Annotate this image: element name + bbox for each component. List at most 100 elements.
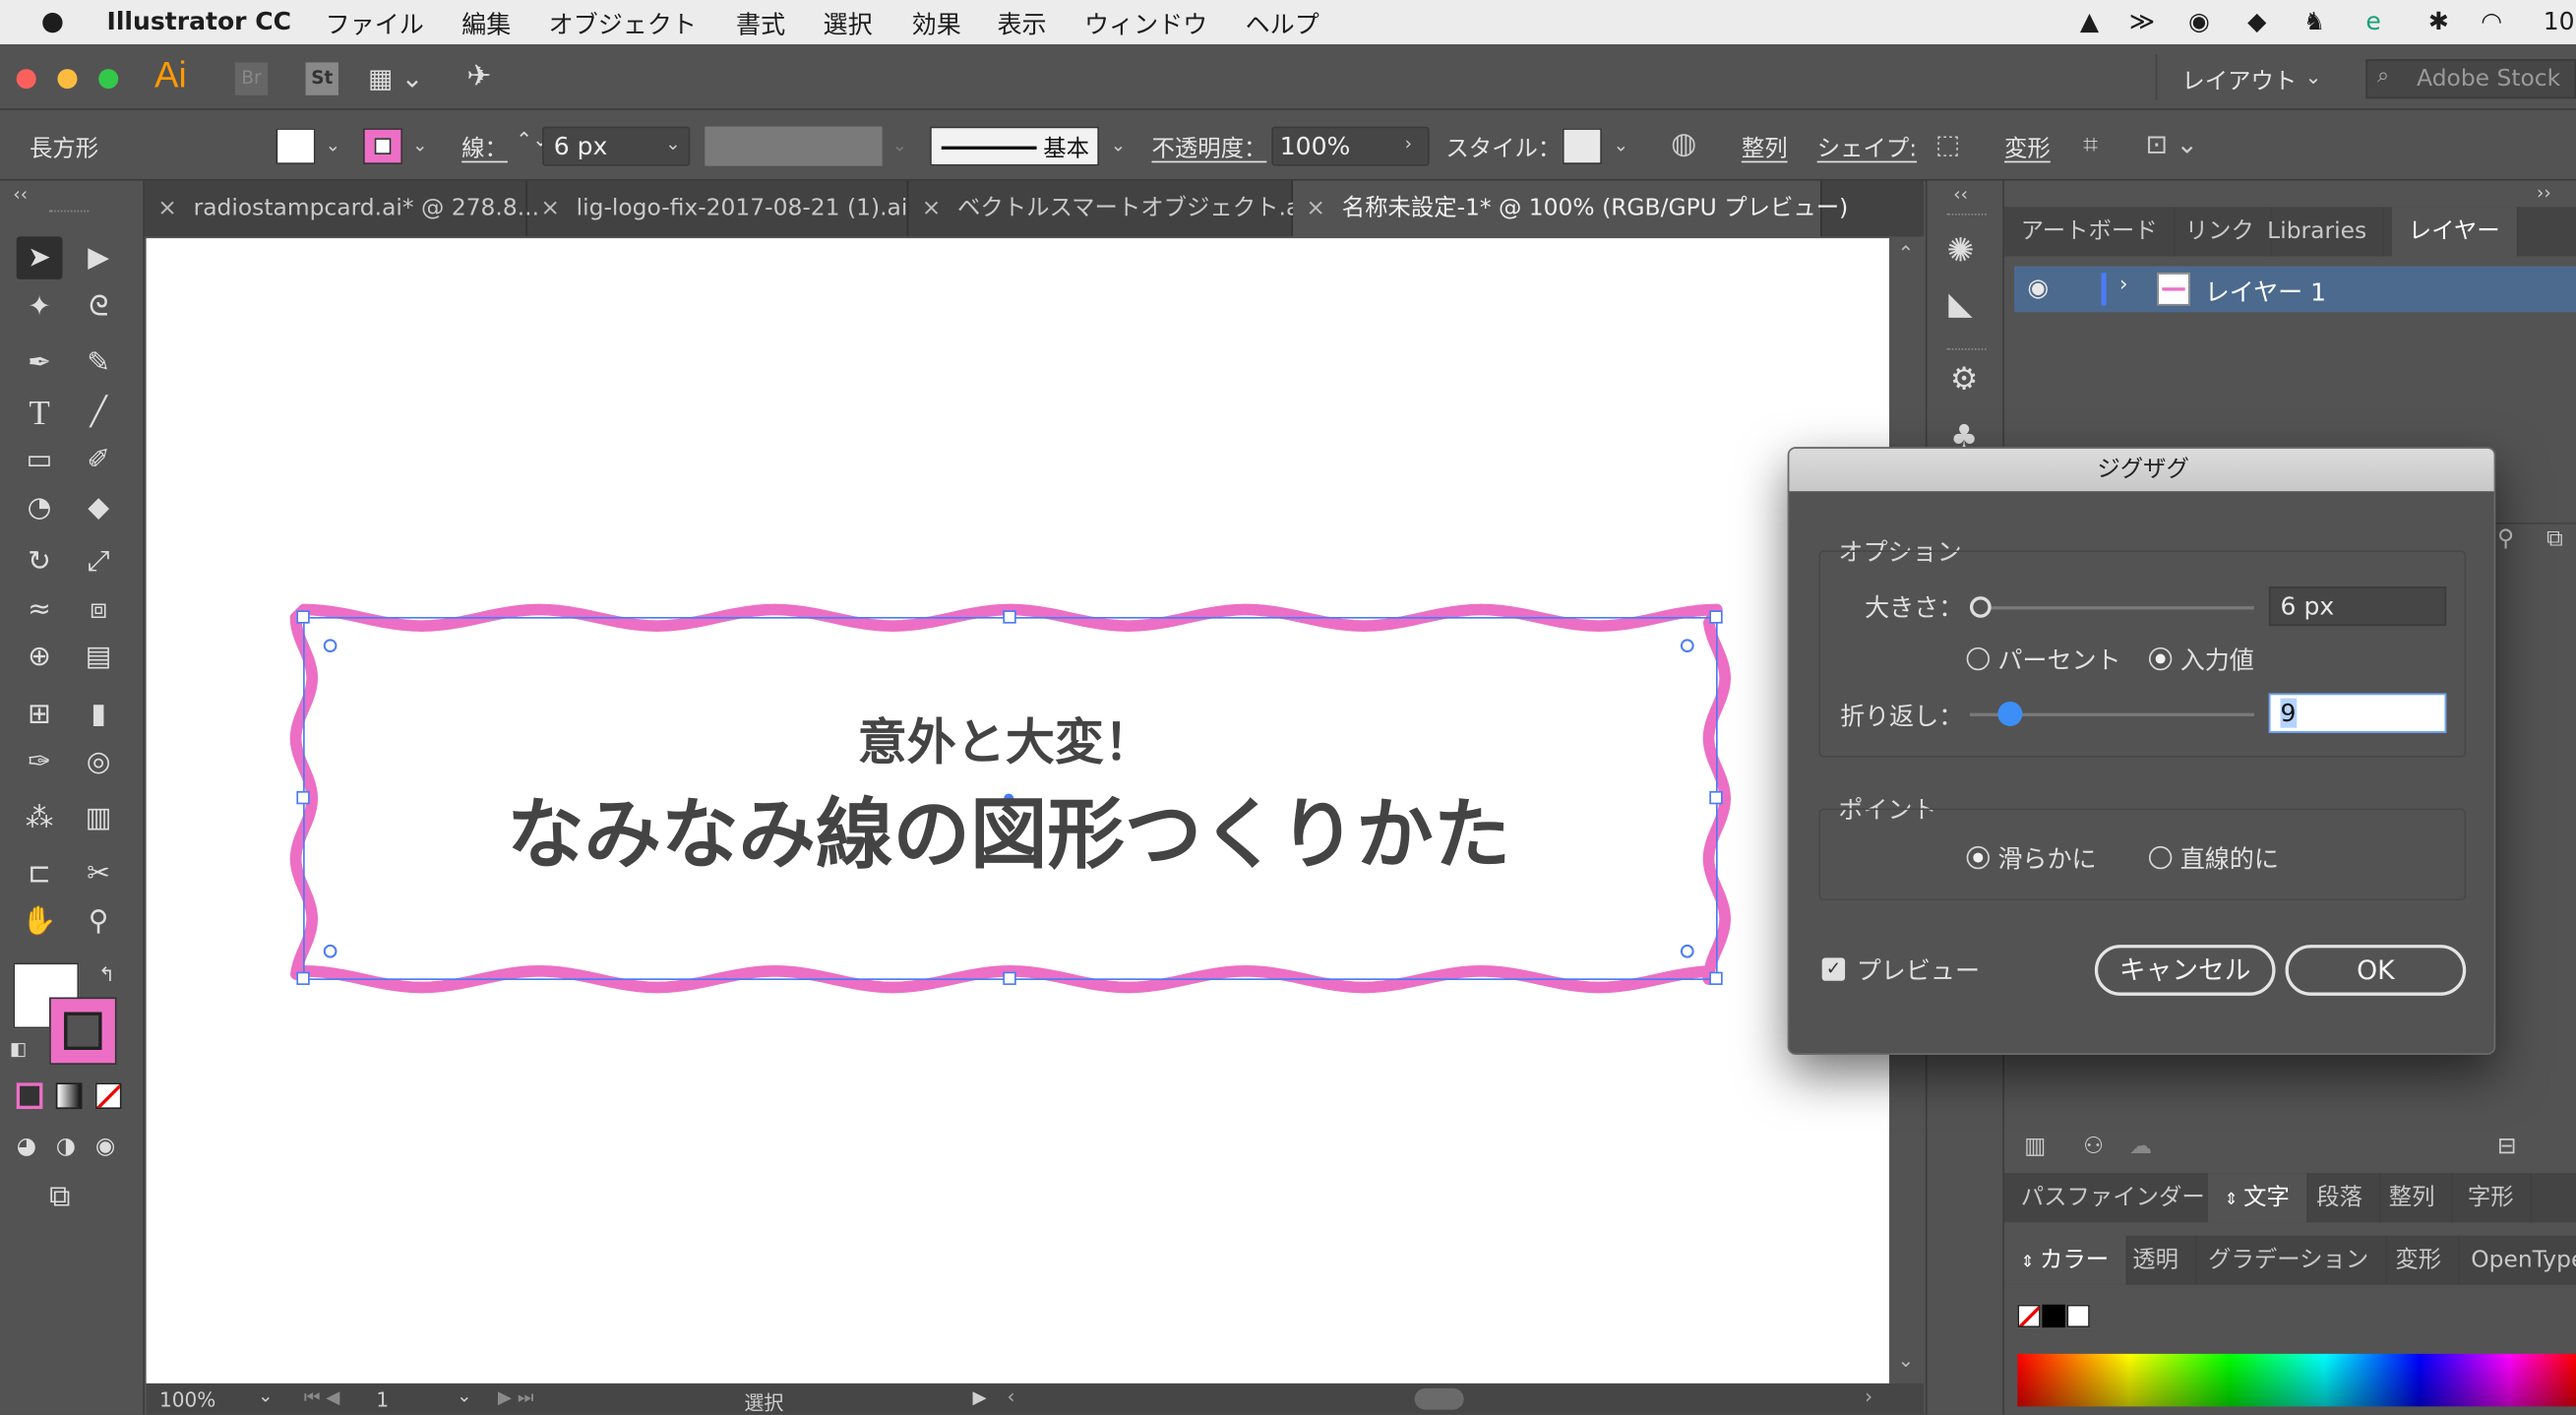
tab-libraries[interactable]: Libraries bbox=[2250, 207, 2385, 257]
stroke-label[interactable]: 線： bbox=[461, 132, 508, 164]
collect-export-icon[interactable]: ⚇ bbox=[2083, 1134, 2104, 1160]
smooth-label[interactable]: 滑らかに bbox=[1997, 841, 2096, 876]
stock-button[interactable]: St bbox=[305, 62, 338, 95]
tab-opentype[interactable]: OpenType bbox=[2455, 1236, 2576, 1285]
corner-radio[interactable] bbox=[2148, 845, 2173, 870]
width-tool-icon[interactable]: ≈ bbox=[17, 588, 63, 631]
menu-type[interactable]: 書式 bbox=[736, 7, 785, 41]
brushes-icon[interactable]: ⚙ bbox=[1950, 361, 1978, 398]
tab-layers[interactable]: レイヤー bbox=[2392, 207, 2518, 257]
panel-grip[interactable] bbox=[49, 210, 90, 215]
tab-paragraph[interactable]: 段落 bbox=[2300, 1173, 2381, 1223]
tab-gradient[interactable]: グラデーション bbox=[2191, 1235, 2387, 1285]
chevron-down-icon[interactable]: ⌄ bbox=[1111, 135, 1126, 156]
eyedropper-tool-icon[interactable]: ✑ bbox=[17, 741, 63, 783]
percent-label[interactable]: パーセント bbox=[1997, 643, 2120, 677]
zoom-level[interactable]: 100% bbox=[159, 1388, 215, 1411]
apple-icon[interactable]: ● bbox=[41, 5, 64, 36]
tab-untitled-1[interactable]: × 名称未設定-1* @ 100% (RGB/GPU プレビュー) bbox=[1293, 180, 1848, 237]
draw-behind-icon[interactable]: ◑ bbox=[56, 1134, 76, 1160]
corner-label[interactable]: 直線的に bbox=[2180, 841, 2279, 876]
selection-tool-icon[interactable]: ➤ bbox=[16, 236, 63, 279]
ok-button[interactable]: OK bbox=[2285, 945, 2467, 996]
menu-app-name[interactable]: Illustrator CC bbox=[107, 7, 291, 36]
collapse-panel-icon[interactable]: ‹‹ bbox=[1953, 184, 1968, 206]
menu-window[interactable]: ウィンドウ bbox=[1084, 7, 1207, 41]
chevron-down-icon[interactable]: ⌄ bbox=[892, 135, 907, 156]
lasso-tool-icon[interactable]: ᘓ bbox=[76, 286, 122, 329]
chevron-down-icon[interactable]: ⌄ bbox=[412, 135, 427, 156]
line-tool-icon[interactable]: ╱ bbox=[76, 391, 122, 433]
panel-grip[interactable] bbox=[1946, 214, 1987, 218]
window-zoom-button[interactable] bbox=[98, 69, 119, 90]
mesh-tool-icon[interactable]: ⊞ bbox=[17, 694, 63, 736]
make-clip-icon[interactable]: ⧉ bbox=[2546, 525, 2563, 552]
stock-search-input[interactable]: ⌕ Adobe Stock bbox=[2365, 59, 2576, 99]
workspace-switcher[interactable]: レイアウト bbox=[2181, 64, 2297, 96]
chevron-down-icon[interactable]: ⌄ bbox=[1614, 135, 1628, 156]
graphic-style-swatch[interactable] bbox=[1562, 128, 1602, 164]
shape-properties-icon[interactable]: ⬚ bbox=[1935, 128, 1960, 159]
cat-icon[interactable]: ♞ bbox=[2303, 7, 2325, 36]
size-slider-knob[interactable] bbox=[1969, 596, 1992, 618]
perspective-grid-tool-icon[interactable]: ▤ bbox=[76, 636, 122, 678]
ridges-field[interactable]: 9 bbox=[2268, 693, 2447, 733]
percent-radio[interactable] bbox=[1966, 646, 1991, 671]
adobe-cc-icon[interactable]: ▲ bbox=[2080, 7, 2099, 36]
brush-definition-field[interactable]: 基本 bbox=[930, 126, 1100, 166]
stroke-swatch[interactable] bbox=[363, 128, 403, 164]
close-icon[interactable]: × bbox=[1306, 196, 1325, 222]
opacity-label[interactable]: 不透明度： bbox=[1151, 132, 1266, 164]
column-graph-tool-icon[interactable]: ▥ bbox=[76, 797, 122, 839]
chevron-down-icon[interactable]: ⌄ bbox=[326, 135, 340, 156]
rectangle-tool-icon[interactable]: ▭ bbox=[17, 439, 63, 481]
appearance-icon[interactable]: ◣ bbox=[1948, 286, 1972, 323]
artboard-tool-icon[interactable]: ⊏ bbox=[17, 853, 63, 895]
gradient-tool-icon[interactable]: ▮ bbox=[76, 694, 122, 736]
tab-radiostampcard[interactable]: × radiostampcard.ai* @ 278.8... bbox=[145, 180, 539, 237]
tab-vector-smart-object[interactable]: × ベクトルスマートオブジェクト.ai bbox=[908, 180, 1307, 237]
collapse-panel-icon[interactable]: ‹‹ bbox=[13, 184, 28, 206]
horizontal-scroll-thumb[interactable] bbox=[1414, 1387, 1464, 1410]
wifi-icon[interactable]: ◠ bbox=[2481, 7, 2502, 36]
tab-align[interactable]: 整列 bbox=[2372, 1173, 2453, 1223]
arrange-documents-icon[interactable]: ▦ ⌄ bbox=[368, 62, 423, 93]
absolute-radio[interactable] bbox=[2148, 646, 2173, 671]
sync-icon[interactable]: ◉ bbox=[2188, 7, 2210, 36]
free-transform-tool-icon[interactable]: ⧈ bbox=[76, 588, 122, 631]
tab-pathfinder[interactable]: パスファインダー bbox=[2004, 1173, 2224, 1223]
isolate-icon[interactable]: ⊡ ⌄ bbox=[2146, 128, 2198, 159]
magic-wand-tool-icon[interactable]: ✦ bbox=[17, 286, 63, 329]
shape-label[interactable]: シェイプ: bbox=[1817, 132, 1917, 164]
none-mode-icon[interactable] bbox=[94, 1082, 122, 1110]
layer-row[interactable]: ◉ › レイヤー 1 bbox=[2014, 266, 2576, 313]
reference-point-icon[interactable]: ⌗ bbox=[2083, 128, 2098, 160]
transform-label[interactable]: 変形 bbox=[2004, 132, 2051, 164]
tab-transform[interactable]: 変形 bbox=[2379, 1235, 2460, 1285]
recolor-artwork-icon[interactable]: ◍ bbox=[1671, 127, 1696, 161]
rotate-tool-icon[interactable]: ↻ bbox=[17, 540, 63, 583]
hand-tool-icon[interactable]: ✋ bbox=[17, 900, 63, 943]
stroke-weight-field[interactable]: 6 px ⌄ bbox=[542, 126, 691, 166]
preview-label[interactable]: プレビュー bbox=[1857, 953, 1980, 987]
tab-lig-logo[interactable]: × lig-logo-fix-2017-08-21 (1).ai bbox=[527, 180, 909, 237]
new-sublayer-icon[interactable]: ⊟ bbox=[2497, 1134, 2517, 1160]
variable-width-profile[interactable] bbox=[705, 126, 883, 166]
evernote-icon[interactable]: e bbox=[2365, 7, 2380, 36]
stroke-color-box[interactable] bbox=[49, 997, 117, 1065]
swap-fill-stroke-icon[interactable]: ↰ bbox=[98, 962, 115, 985]
tab-artboards[interactable]: アートボード bbox=[2004, 207, 2176, 257]
chevron-right-icon[interactable]: › bbox=[2119, 273, 2128, 297]
artboard-number[interactable]: 1 bbox=[376, 1388, 389, 1411]
menu-effect[interactable]: 効果 bbox=[912, 7, 961, 41]
chevron-down-icon[interactable]: ⌄ bbox=[2305, 66, 2322, 89]
close-icon[interactable]: × bbox=[157, 196, 177, 222]
menu-edit[interactable]: 編集 bbox=[461, 7, 511, 41]
scroll-right-icon[interactable]: › bbox=[1865, 1385, 1872, 1408]
draw-normal-icon[interactable]: ◕ bbox=[17, 1134, 36, 1160]
bluetooth-icon[interactable]: ✱ bbox=[2428, 7, 2449, 36]
chevron-down-icon[interactable]: ⌄ bbox=[457, 1385, 471, 1407]
color-mode-icon[interactable] bbox=[16, 1082, 43, 1110]
screen-mode-icon[interactable]: ⧉ bbox=[49, 1180, 70, 1214]
next-artboard-icon[interactable]: ▶ ⏭ bbox=[498, 1386, 533, 1409]
